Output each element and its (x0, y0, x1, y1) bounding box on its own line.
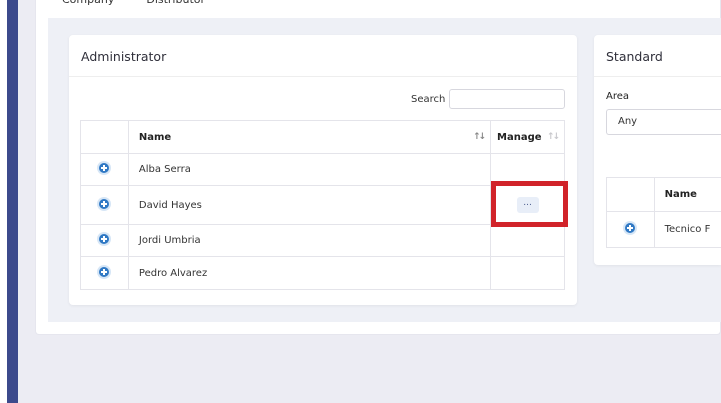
expand-row-icon[interactable] (99, 198, 110, 209)
sort-icon[interactable]: ↑↓ (473, 132, 486, 142)
area-select[interactable]: Any (606, 109, 721, 135)
column-header-name[interactable]: Name ↑↓ (127, 120, 492, 154)
standard-table: Name Tecnico F (606, 177, 721, 248)
row-name: Jordi Umbria (127, 224, 492, 257)
standard-title: Standard (594, 35, 721, 77)
administrator-title: Administrator (69, 35, 577, 77)
left-sidebar (0, 0, 18, 403)
sidebar-accent-strip (7, 0, 18, 403)
tab-bar: Company Distributor (56, 0, 211, 9)
sort-icon[interactable]: ↑↓ (547, 132, 560, 142)
column-header-manage[interactable]: Manage ↑↓ (490, 120, 565, 154)
row-name: Tecnico F (653, 211, 721, 248)
row-manage (490, 256, 565, 290)
search-label: Search (411, 94, 446, 105)
column-header-name-label: Name (138, 131, 172, 143)
column-header-manage-label: Manage (497, 131, 542, 143)
area-label: Area (606, 91, 630, 102)
expand-row-icon[interactable] (99, 234, 110, 244)
table-row: Jordi Umbria (80, 224, 565, 257)
tab-company[interactable]: Company (56, 0, 120, 9)
search-input[interactable] (449, 89, 565, 109)
highlight-box (491, 181, 568, 227)
expand-column-header (606, 177, 655, 212)
column-header-name[interactable]: Name (653, 177, 721, 212)
expand-column-header (80, 120, 129, 154)
row-name: David Hayes (127, 185, 492, 225)
tab-distributor[interactable]: Distributor (140, 0, 211, 9)
expand-row-icon[interactable] (99, 163, 110, 173)
table-row: Tecnico F (606, 211, 721, 248)
expand-row-icon[interactable] (625, 223, 636, 233)
table-header-row: Name ↑↓ Manage ↑↓ (80, 120, 565, 154)
row-name: Pedro Alvarez (127, 256, 492, 290)
table-header-row: Name (606, 177, 721, 212)
table-row: Pedro Alvarez (80, 256, 565, 290)
row-name: Alba Serra (127, 153, 492, 186)
expand-row-icon[interactable] (99, 266, 110, 277)
row-manage (490, 224, 565, 257)
